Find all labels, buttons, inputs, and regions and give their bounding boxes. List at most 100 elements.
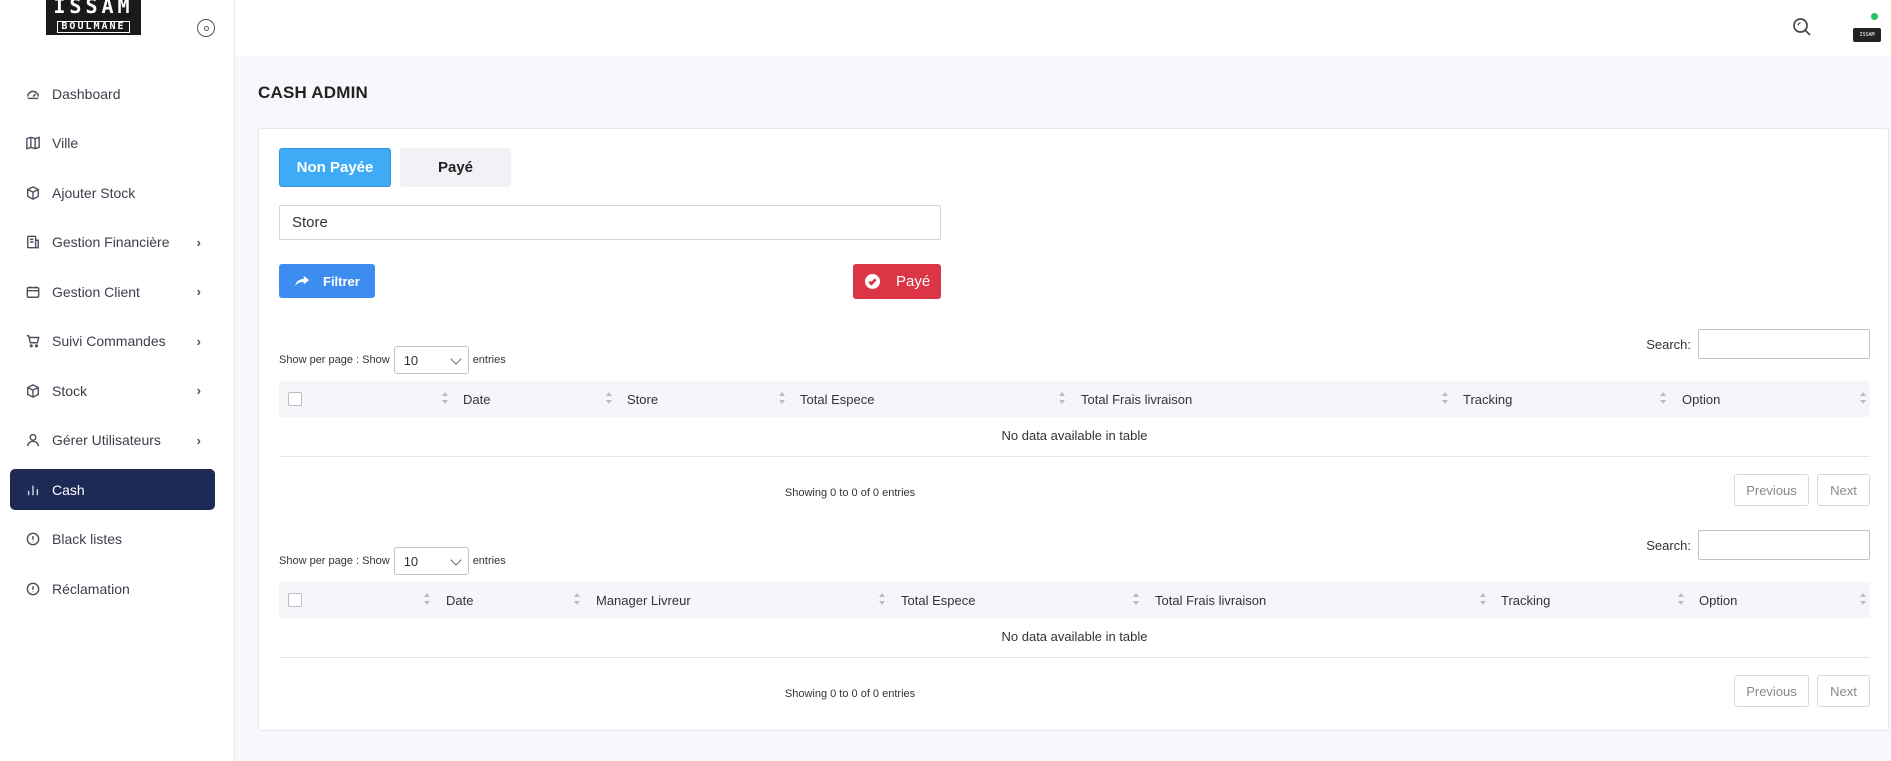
chevron-right-icon: › — [196, 234, 201, 250]
finance-icon — [26, 235, 40, 249]
table-search: Search: — [1646, 530, 1870, 560]
sidebar-item-label: Gérer Utilisateurs — [52, 432, 161, 448]
column-header[interactable]: Tracking — [1463, 381, 1512, 417]
sidebar-item-stock[interactable]: Stock › — [10, 370, 215, 411]
sort-icon[interactable] — [1479, 593, 1487, 607]
length-control: Show per page : Show 10 entries — [279, 346, 506, 374]
sort-icon[interactable] — [605, 392, 613, 406]
sidebar: ISSAM BOULMANE Dashboard Ville Ajouter S… — [0, 0, 235, 761]
sidebar-item-dashboard[interactable]: Dashboard — [10, 73, 215, 114]
column-header[interactable]: Total Espece — [800, 381, 874, 417]
column-header[interactable]: Tracking — [1501, 582, 1550, 618]
brand-logo[interactable]: ISSAM BOULMANE — [46, 0, 141, 35]
sidebar-item-label: Stock — [52, 382, 88, 399]
page-title: CASH ADMIN — [258, 83, 368, 102]
sort-icon[interactable] — [1859, 593, 1867, 607]
store-select-value: Store — [292, 214, 328, 231]
search-icon[interactable] — [1792, 17, 1812, 37]
select-all-checkbox[interactable] — [288, 593, 302, 607]
entries-per-page-select[interactable]: 10 — [393, 547, 469, 575]
cash-card: Non Payée Payé Store Filtrer Payé Show p… — [258, 128, 1889, 731]
sidebar-item-gerer-utilisateurs[interactable]: Gérer Utilisateurs › — [10, 420, 215, 461]
sort-icon[interactable] — [1132, 593, 1140, 607]
sort-icon[interactable] — [441, 392, 449, 406]
avatar[interactable]: ISSAM — [1853, 28, 1881, 42]
sidebar-item-cash[interactable]: Cash — [10, 469, 215, 510]
sidebar-item-label: Black listes — [52, 531, 123, 547]
column-header[interactable]: Total Frais livraison — [1081, 381, 1192, 417]
mark-paid-button[interactable]: Payé — [853, 264, 941, 299]
table-header: Date Store Total Espece Total Frais livr… — [279, 381, 1870, 417]
table-empty-row: No data available in table — [279, 417, 1870, 457]
chevron-down-icon — [450, 353, 462, 365]
column-header[interactable]: Date — [446, 582, 473, 618]
table-info: Showing 0 to 0 of 0 entries — [784, 688, 916, 700]
sidebar-item-label: Réclamation — [52, 580, 130, 597]
cart-icon — [26, 334, 40, 348]
tab-non-payee[interactable]: Non Payée — [279, 148, 391, 187]
sort-icon[interactable] — [1677, 593, 1685, 607]
table-search: Search: — [1646, 329, 1870, 359]
sort-icon[interactable] — [423, 593, 431, 607]
bar-chart-icon — [26, 483, 40, 497]
sidebar-item-label: Ville — [52, 135, 79, 151]
table-info: Showing 0 to 0 of 0 entries — [784, 487, 916, 499]
pagination: Previous Next — [1726, 474, 1870, 506]
tab-paye[interactable]: Payé — [400, 148, 511, 187]
sidebar-item-black-listes[interactable]: Black listes — [10, 519, 215, 560]
sort-icon[interactable] — [878, 593, 886, 607]
mark-paid-button-label: Payé — [896, 273, 931, 290]
sort-icon[interactable] — [1659, 392, 1667, 406]
column-header[interactable]: Option — [1699, 582, 1737, 618]
filter-button[interactable]: Filtrer — [279, 264, 375, 298]
chevron-right-icon: › — [196, 284, 201, 299]
next-button[interactable]: Next — [1817, 474, 1870, 506]
sort-icon[interactable] — [1859, 392, 1867, 406]
column-header[interactable]: Option — [1682, 381, 1720, 417]
chevron-right-icon: › — [196, 333, 201, 349]
filter-button-label: Filtrer — [323, 273, 360, 289]
column-header[interactable]: Total Frais livraison — [1155, 582, 1266, 618]
previous-button[interactable]: Previous — [1734, 474, 1809, 506]
box-icon — [26, 185, 40, 200]
topbar: ISSAM — [235, 0, 1891, 56]
sidebar-item-label: Ajouter Stock — [52, 184, 136, 201]
alert-circle-icon — [26, 532, 40, 546]
sort-icon[interactable] — [573, 593, 581, 607]
client-icon — [26, 285, 40, 299]
sort-icon[interactable] — [1058, 392, 1066, 406]
sidebar-item-label: Cash — [52, 481, 85, 498]
sidebar-item-label: Suivi Commandes — [52, 333, 166, 349]
sidebar-item-suivi-commandes[interactable]: Suivi Commandes › — [10, 321, 215, 362]
previous-button[interactable]: Previous — [1734, 675, 1809, 707]
length-control: Show per page : Show 10 entries — [279, 547, 506, 575]
map-icon — [26, 136, 40, 150]
select-all-checkbox[interactable] — [288, 392, 302, 406]
alert-circle-icon — [26, 582, 40, 596]
column-header[interactable]: Store — [627, 381, 658, 417]
column-header[interactable]: Date — [463, 381, 490, 417]
share-arrow-icon — [295, 275, 309, 287]
sidebar-item-reclamation[interactable]: Réclamation — [10, 568, 215, 609]
dashboard-icon — [26, 87, 40, 101]
column-header[interactable]: Manager Livreur — [596, 582, 691, 618]
search-input[interactable] — [1698, 530, 1870, 560]
chevron-right-icon: › — [196, 383, 201, 398]
sidebar-item-ajouter-stock[interactable]: Ajouter Stock — [10, 172, 215, 213]
user-icon — [26, 433, 40, 447]
sidebar-item-label: Dashboard — [52, 85, 121, 102]
store-select[interactable]: Store — [279, 205, 941, 240]
sidebar-item-ville[interactable]: Ville — [10, 123, 215, 164]
box-icon — [26, 383, 40, 398]
sidebar-item-gestion-client[interactable]: Gestion Client › — [10, 271, 215, 312]
entries-per-page-select[interactable]: 10 — [393, 346, 469, 374]
search-input[interactable] — [1698, 329, 1870, 359]
chevron-down-icon — [450, 554, 462, 566]
sidebar-item-gestion-financiere[interactable]: Gestion Financière › — [10, 222, 215, 263]
sort-icon[interactable] — [1441, 392, 1449, 406]
sort-icon[interactable] — [778, 392, 786, 406]
sidebar-toggle-icon[interactable] — [197, 19, 215, 37]
next-button[interactable]: Next — [1817, 675, 1870, 707]
table-empty-row: No data available in table — [279, 618, 1870, 658]
column-header[interactable]: Total Espece — [901, 582, 975, 618]
